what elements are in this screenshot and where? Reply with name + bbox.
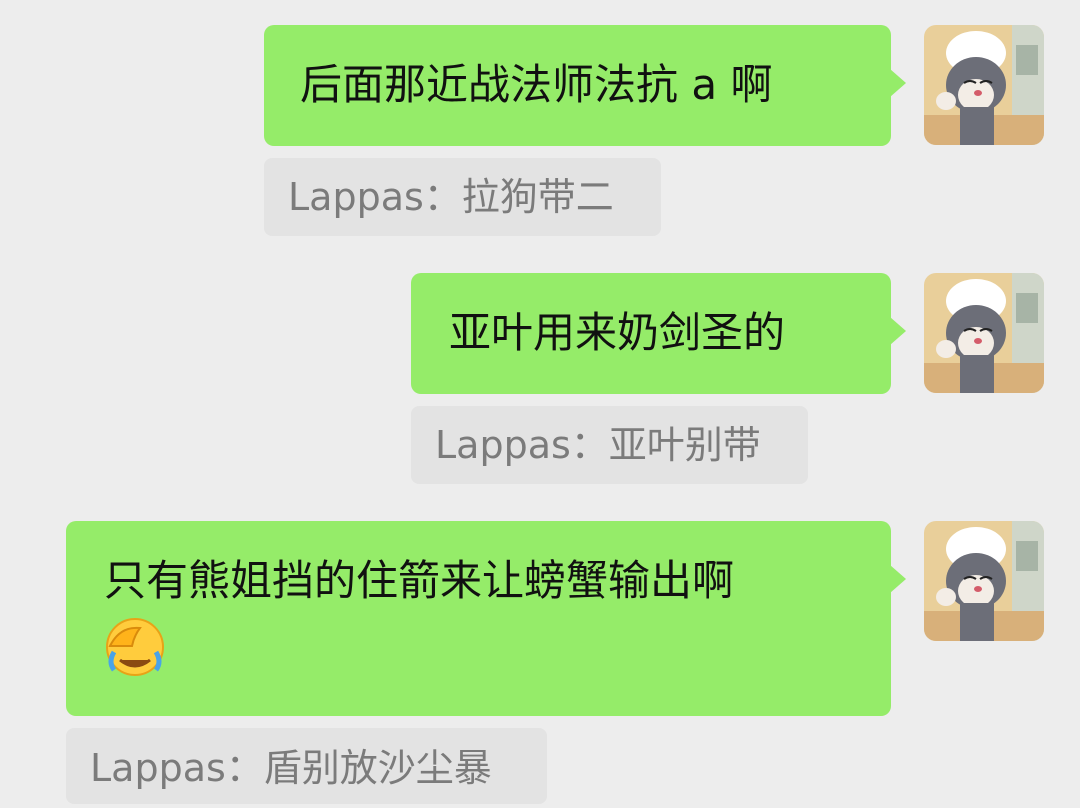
bubble-tail bbox=[890, 317, 906, 345]
message-text: 后面那近战法师法抗 a 啊 bbox=[300, 60, 773, 109]
cat-chef-avatar-icon bbox=[924, 25, 1044, 145]
message-bubble-1[interactable]: 后面那近战法师法抗 a 啊 bbox=[264, 25, 906, 146]
cat-chef-avatar-icon bbox=[924, 521, 1044, 641]
avatar[interactable] bbox=[924, 25, 1044, 145]
bubble-tail bbox=[890, 69, 906, 97]
quote-text: Lappas：拉狗带二 bbox=[288, 175, 614, 219]
quoted-message-2[interactable]: Lappas：亚叶别带 bbox=[411, 406, 808, 484]
message-bubble-3[interactable]: 只有熊姐挡的住箭来让螃蟹输出啊 bbox=[66, 521, 906, 716]
avatar[interactable] bbox=[924, 273, 1044, 393]
bubble-tail bbox=[890, 565, 906, 593]
quote-text: Lappas：盾别放沙尘暴 bbox=[90, 746, 492, 790]
message-bubble-2[interactable]: 亚叶用来奶剑圣的 bbox=[411, 273, 906, 394]
quoted-message-1[interactable]: Lappas：拉狗带二 bbox=[264, 158, 661, 236]
message-text: 只有熊姐挡的住箭来让螃蟹输出啊 bbox=[104, 556, 735, 605]
avatar[interactable] bbox=[924, 521, 1044, 641]
cat-chef-avatar-icon bbox=[924, 273, 1044, 393]
quote-text: Lappas：亚叶别带 bbox=[435, 423, 761, 467]
quoted-message-3[interactable]: Lappas：盾别放沙尘暴 bbox=[66, 728, 547, 804]
face-palm-crying-emoji-icon bbox=[104, 616, 166, 695]
message-text: 亚叶用来奶剑圣的 bbox=[449, 308, 786, 357]
